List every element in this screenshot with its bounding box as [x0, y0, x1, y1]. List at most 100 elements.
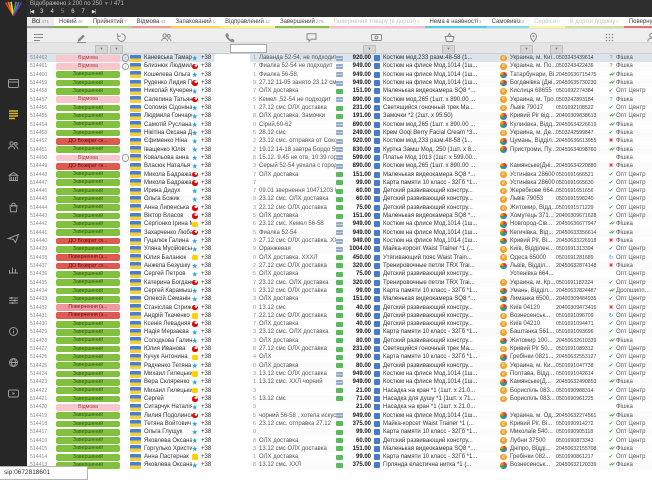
table-row[interactable]: 514455ЗавершенийЛюдмила Гончарова+388ОЛХ…	[27, 112, 652, 120]
tab-запакований[interactable]: Запакований1	[171, 17, 221, 28]
table-row[interactable]: 514415ЗавершенийГоргулько Христина...+38…	[27, 445, 652, 453]
table-row[interactable]: 514422ЗавершенийМихаил Гилецький+38321.0…	[27, 387, 652, 395]
status-badge[interactable]: Завершений	[56, 396, 120, 403]
tab-завершений[interactable]: Завершений278	[275, 17, 329, 28]
status-badge[interactable]: Відмова	[56, 404, 120, 411]
table-row[interactable]: 514426ЗавершенийКучук Антонина+384ОЛХ99.…	[27, 353, 652, 361]
tab-повернення-товару-в-дорозі-[interactable]: Повернення товару (в дорозі)0	[329, 17, 425, 28]
status-badge[interactable]: Завершений	[56, 279, 120, 286]
table-row[interactable]: 514453ЗавершенийНікітіна Оксана Дми...+3…	[27, 129, 652, 137]
status-badge[interactable]: Повернення (з...	[56, 304, 120, 311]
table-row[interactable]: 514441ЗавершенийЗахарченко Люба+385Фиалк…	[27, 229, 652, 237]
filter-dropdown-3[interactable]: ▼	[442, 45, 455, 54]
status-badge[interactable]: Завершений	[56, 337, 120, 344]
status-badge[interactable]: Завершений	[56, 445, 120, 452]
pager-page-5[interactable]: 5	[61, 9, 64, 15]
status-badge[interactable]: ДО Возврат ск...	[56, 238, 120, 245]
status-badge[interactable]: Завершений	[56, 121, 120, 128]
status-badge[interactable]: Завершений	[56, 188, 120, 195]
filter-dropdown-4[interactable]: ▼	[520, 45, 533, 54]
tab-відмова[interactable]: Відмова42	[132, 17, 171, 28]
status-badge[interactable]: Завершений	[56, 329, 120, 336]
table-row[interactable]: 514457ВідмоваСалепина Татьяна С...+385Ке…	[27, 96, 652, 104]
tab-відправлений[interactable]: Відправлений12	[220, 17, 275, 28]
table-row[interactable]: 514443ЗавершенийВіктор Власов+385ОЛХ дос…	[27, 212, 652, 220]
table-row[interactable]: 514418ЗавершенийТетяна Войтович+38623.12…	[27, 420, 652, 428]
info-icon[interactable]: i	[122, 154, 129, 161]
status-badge[interactable]: Завершений	[56, 387, 120, 394]
tab-нема-в-наявності[interactable]: Нема в наявності1	[425, 17, 487, 28]
table-row[interactable]: 514440ДО Возврат ск...Гуцалюк Галина+383…	[27, 237, 652, 245]
table-row[interactable]: 514416ЗавершенийЯковлева Оксана+388ОЛХ д…	[27, 436, 652, 444]
pager-first-button[interactable]: |◀	[30, 9, 33, 15]
tab-в-дорозі-додому[interactable]: В дорозі додому0	[565, 17, 624, 28]
status-badge[interactable]: Завершений	[56, 246, 120, 253]
status-badge[interactable]: ДО Возврат ск...	[56, 263, 120, 270]
status-badge[interactable]: Завершений	[56, 421, 120, 428]
table-row[interactable]: 514462ВідмоваiКаневська Тамара ...+381Ла…	[27, 54, 652, 62]
tab-повернуті[interactable]: Повернуті5	[624, 17, 652, 28]
table-row[interactable]: 514458ЗавершенийНиколай Кучеренко+387ОЛХ…	[27, 87, 652, 95]
table-row[interactable]: 514413ЗавершенийЯковлева Оксана+38813.12…	[27, 461, 652, 469]
records-shown-label[interactable]: Відображено з 200 по 250 ▼ / 471	[30, 1, 124, 7]
status-badge[interactable]: Завершений	[56, 221, 120, 228]
status-badge[interactable]: Відмова	[56, 55, 120, 62]
products-icon[interactable]	[7, 200, 20, 211]
clients-icon[interactable]	[7, 138, 20, 149]
dashboard-icon[interactable]	[7, 76, 20, 87]
status-badge[interactable]: Завершений	[56, 288, 120, 295]
table-row[interactable]: 514428ЗавершенийСолодкова Галина В...+38…	[27, 337, 652, 345]
status-badge[interactable]: Завершений	[56, 130, 120, 137]
status-badge[interactable]: ДО Возврат ск...	[56, 163, 120, 170]
table-row[interactable]: 514436ЗавершенийСергей Петров+385ОЛХ дос…	[27, 270, 652, 278]
status-badge[interactable]: Завершений	[56, 179, 120, 186]
tab-прийнятий[interactable]: Прийнятий7	[88, 17, 132, 28]
network-icon[interactable]	[7, 355, 20, 366]
status-badge[interactable]: Завершений	[56, 229, 120, 236]
filter-dropdown-0[interactable]: ▼	[95, 45, 108, 54]
app-logo-icon[interactable]	[3, 1, 24, 23]
info-icon[interactable]	[7, 324, 20, 335]
table-row[interactable]: 514444ЗавершенийАнна Липенська+38322.12 …	[27, 204, 652, 212]
filter-dropdown-5[interactable]: ▼	[550, 45, 563, 54]
status-badge[interactable]: Завершений	[56, 171, 120, 178]
table-row[interactable]: 514446ЗавершенийИрина Дидух+38709.01 зве…	[27, 187, 652, 195]
phone-filter-input[interactable]	[230, 44, 267, 53]
status-badge[interactable]: Завершений	[56, 437, 120, 444]
status-badge[interactable]: Завершений	[56, 412, 120, 419]
table-row[interactable]: 514429ЗавершенийНадія Мерзаєва+38323.12 …	[27, 328, 652, 336]
video-icon[interactable]	[7, 386, 20, 397]
table-row[interactable]: 514427ЗавершенийЮлия Иванова+38827.12 см…	[27, 345, 652, 353]
tab-новий[interactable]: Новий48	[54, 17, 88, 28]
status-badge[interactable]: Завершений	[56, 204, 120, 211]
info-icon[interactable]: i	[122, 54, 129, 61]
page-size-caret-icon[interactable]: ▼	[104, 1, 109, 7]
campaigns-icon[interactable]	[7, 231, 20, 242]
table-row[interactable]: 514431Повернення (з...Андрій Ткаченко+38…	[27, 312, 652, 320]
table-row[interactable]: 514433ЗавершенийОлексій Семанін+383ОЛХ д…	[27, 295, 652, 303]
table-row[interactable]: 514424ЗавершенийМихаил Гилецький+38313.1…	[27, 370, 652, 378]
status-badge[interactable]: Відмова	[56, 96, 120, 103]
status-badge[interactable]: Завершений	[56, 296, 120, 303]
orders-icon[interactable]	[7, 107, 20, 118]
status-badge[interactable]: Завершений	[56, 213, 120, 220]
table-row[interactable]: 514421ЗавершенийСергей+38513.12 смс71.00…	[27, 395, 652, 403]
status-badge[interactable]: Повернення (з...	[56, 312, 120, 319]
status-badge[interactable]: Завершений	[56, 105, 120, 112]
tab-самовивіз[interactable]: Самовивіз2	[487, 17, 530, 28]
pager-last-button[interactable]: ▶|	[92, 9, 95, 15]
status-badge[interactable]: Повернення (з...	[56, 254, 120, 261]
table-row[interactable]: 514435ЗавершенийКатерина Богданова+38723…	[27, 278, 652, 286]
pager-page-6[interactable]: 6	[71, 9, 74, 15]
filter-dropdown-1[interactable]: ▼	[110, 45, 123, 54]
table-row[interactable]: 514439ЗавершенийУляна Мусійовська+389Ора…	[27, 245, 652, 253]
tab-всі[interactable]: Всі471	[27, 17, 54, 28]
status-badge[interactable]: Завершений	[56, 362, 120, 369]
status-badge[interactable]: Відмова	[56, 63, 120, 70]
status-badge[interactable]: Завершений	[56, 146, 120, 153]
status-badge[interactable]: Завершений	[56, 80, 120, 87]
table-row[interactable]: 514449ДО Возврат ск...Власюк Наталья+383…	[27, 162, 652, 170]
table-row[interactable]: 514456ЗавершенийСоломія Сідоніна+38127.1…	[27, 104, 652, 112]
status-badge[interactable]: Завершений	[56, 88, 120, 95]
table-row[interactable]: 514425ЗавершенийРадченко Тетяна+380ОЛХ д…	[27, 362, 652, 370]
